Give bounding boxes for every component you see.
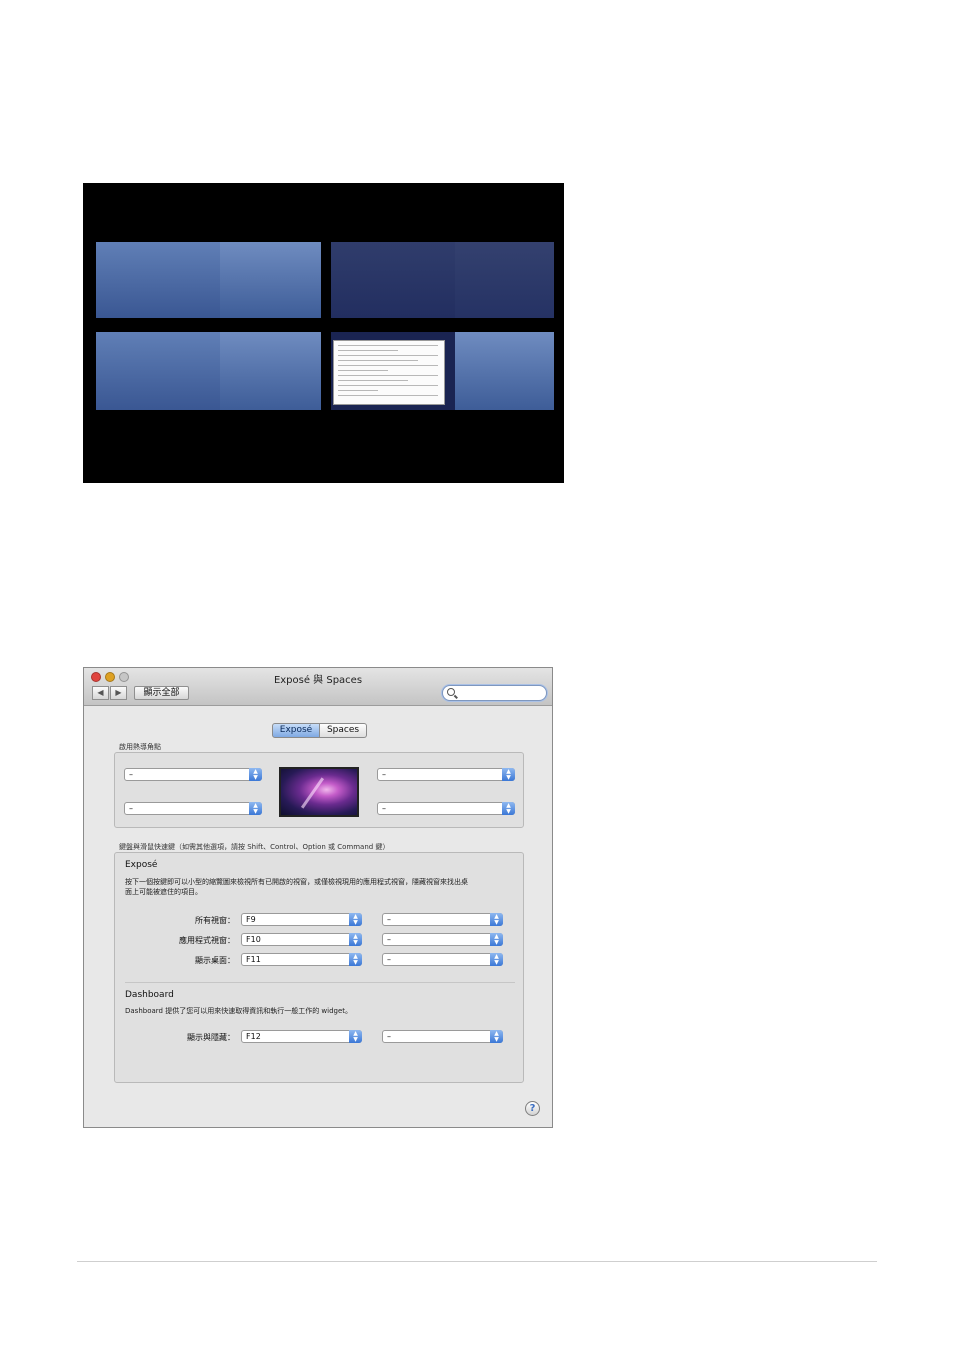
space-2[interactable] [331,242,554,318]
title-bar: Exposé 與 Spaces ◀ ▶ 顯示全部 [84,668,552,706]
top-left-corner-popup[interactable]: – ▲ ▼ [124,768,262,781]
window-title: Exposé 與 Spaces [273,675,363,686]
stepper-arrows-icon: ▲ ▼ [502,768,515,781]
show-hide-dashboard-label: 顯示與隱藏： [187,1033,235,1042]
all-windows-key-popup[interactable]: F9 ▲ ▼ [241,913,362,926]
footer-rule [77,1261,877,1262]
expose-section-title: Exposé [125,860,158,870]
dashboard-description: Dashboard 提供了您可以用來快速取得資訊和執行一般工作的 widget。 [125,1007,353,1015]
application-windows-mouse-popup[interactable]: – ▲ ▼ [382,933,503,946]
expose-description: 按下一個按鍵即可以小型的縮覽圖來檢視所有已開啟的視窗，或僅檢視現用的應用程式視窗… [125,878,468,896]
space-1[interactable] [96,242,321,318]
dashboard-mouse-popup[interactable]: – ▲ ▼ [382,1030,503,1043]
section-divider [125,982,515,983]
show-all-button[interactable]: 顯示全部 [134,686,189,700]
show-desktop-mouse-popup[interactable]: – ▲ ▼ [382,953,503,966]
hot-corners-caption: 啟用熱導角點 [119,743,161,751]
shortcuts-caption: 鍵盤與滑鼠快速鍵（如需其他選項，請按 Shift、Control、Option … [119,843,390,851]
forward-button[interactable]: ▶ [110,686,127,700]
forward-arrow-icon: ▶ [115,688,122,697]
stepper-arrows-icon: ▲ ▼ [490,913,503,926]
application-windows-key-popup[interactable]: F10 ▲ ▼ [241,933,362,946]
stepper-arrows-icon: ▲ ▼ [490,933,503,946]
stepper-arrows-icon: ▲ ▼ [349,1030,362,1043]
document-window-thumbnail[interactable] [333,340,445,405]
shortcuts-box: Exposé 按下一個按鍵即可以小型的縮覽圖來檢視所有已開啟的視窗，或僅檢視現用… [114,852,524,1083]
bottom-left-corner-popup[interactable]: – ▲ ▼ [124,802,262,815]
search-input[interactable] [457,687,543,699]
help-icon: ? [529,1103,536,1114]
back-arrow-icon: ◀ [97,688,104,697]
search-field[interactable] [442,685,547,701]
stepper-arrows-icon: ▲ ▼ [349,953,362,966]
stepper-arrows-icon: ▲ ▼ [249,802,262,815]
desktop-wallpaper-preview [279,767,359,817]
help-button[interactable]: ? [525,1101,540,1116]
show-desktop-label: 顯示桌面： [195,956,235,965]
tab-spaces[interactable]: Spaces [320,723,367,738]
dashboard-section-title: Dashboard [125,990,174,1000]
stepper-arrows-icon: ▲ ▼ [490,953,503,966]
show-desktop-key-popup[interactable]: F11 ▲ ▼ [241,953,362,966]
all-windows-mouse-popup[interactable]: – ▲ ▼ [382,913,503,926]
stepper-arrows-icon: ▲ ▼ [349,933,362,946]
stepper-arrows-icon: ▲ ▼ [490,1030,503,1043]
bottom-right-corner-popup[interactable]: – ▲ ▼ [377,802,515,815]
back-button[interactable]: ◀ [92,686,109,700]
application-windows-label: 應用程式視窗： [179,936,235,945]
tab-expose[interactable]: Exposé [272,723,320,738]
space-3[interactable] [96,332,321,410]
spaces-overview-screenshot [83,183,564,483]
expose-spaces-preferences-window: Exposé 與 Spaces ◀ ▶ 顯示全部 Exposé Spaces 啟… [83,667,553,1128]
stepper-arrows-icon: ▲ ▼ [502,802,515,815]
top-right-corner-popup[interactable]: – ▲ ▼ [377,768,515,781]
dashboard-key-popup[interactable]: F12 ▲ ▼ [241,1030,362,1043]
all-windows-label: 所有視窗： [195,916,235,925]
stepper-arrows-icon: ▲ ▼ [349,913,362,926]
space-4[interactable] [331,332,554,410]
search-icon [447,688,455,696]
stepper-arrows-icon: ▲ ▼ [249,768,262,781]
